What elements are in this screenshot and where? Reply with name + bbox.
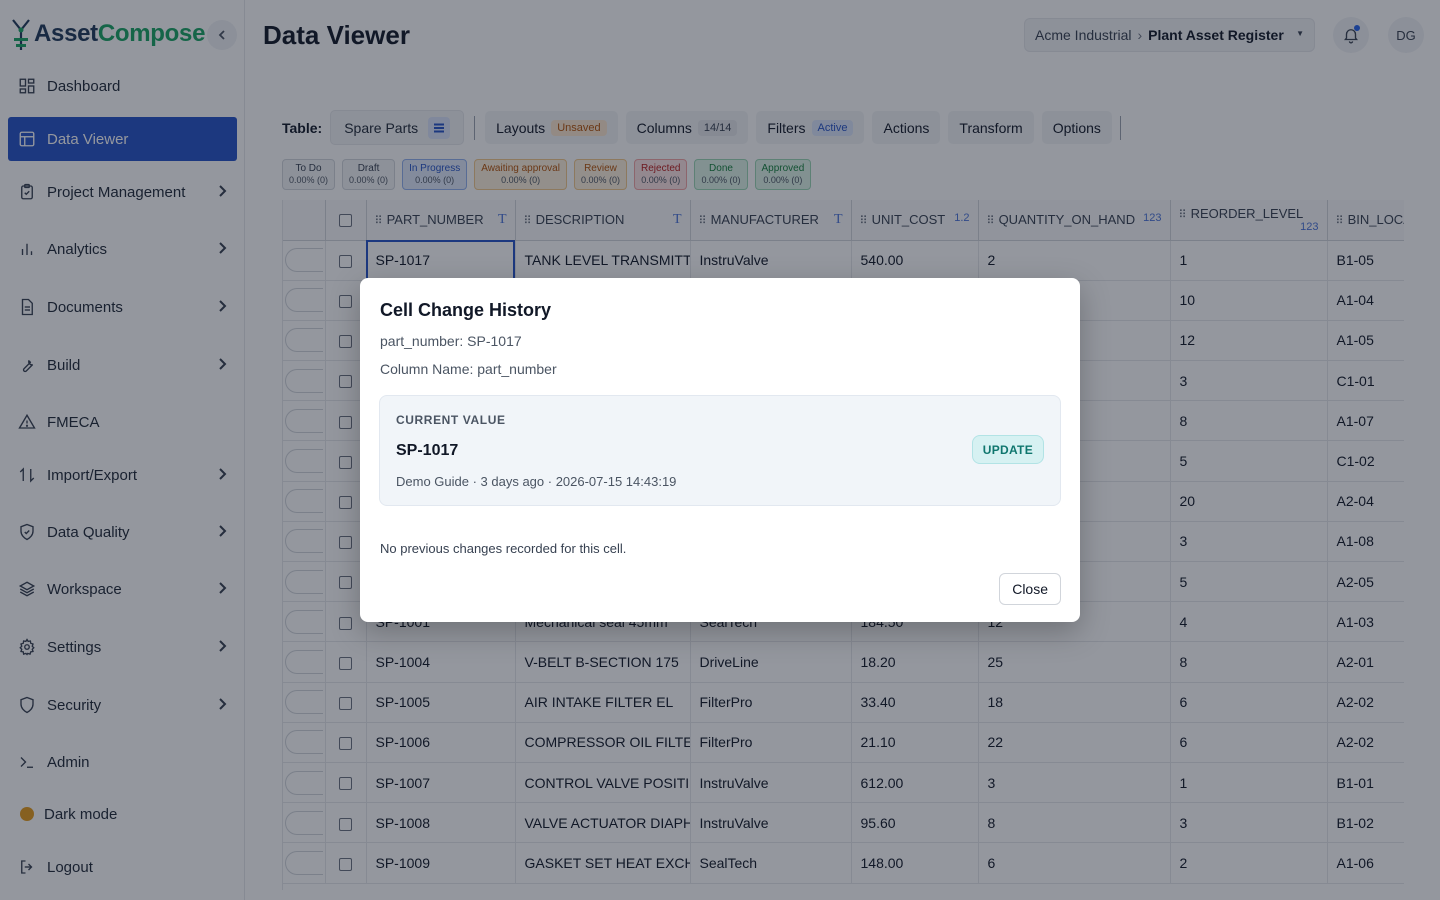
column-line: Column Name: part_number (380, 361, 557, 377)
current-value: SP-1017 (396, 442, 459, 459)
change-meta: Demo Guide · 3 days ago · 2026-07-15 14:… (396, 474, 677, 489)
cell-change-history-dialog: Cell Change History part_number: SP-1017… (360, 278, 1080, 622)
record-line: part_number: SP-1017 (380, 333, 522, 349)
current-value-card: CURRENT VALUE SP-1017 Demo Guide · 3 day… (379, 395, 1061, 506)
current-value-label: CURRENT VALUE (396, 413, 506, 427)
close-button[interactable]: Close (999, 573, 1061, 605)
dialog-title: Cell Change History (380, 300, 552, 320)
no-history-message: No previous changes recorded for this ce… (380, 541, 627, 556)
change-type-badge: UPDATE (971, 435, 1044, 464)
